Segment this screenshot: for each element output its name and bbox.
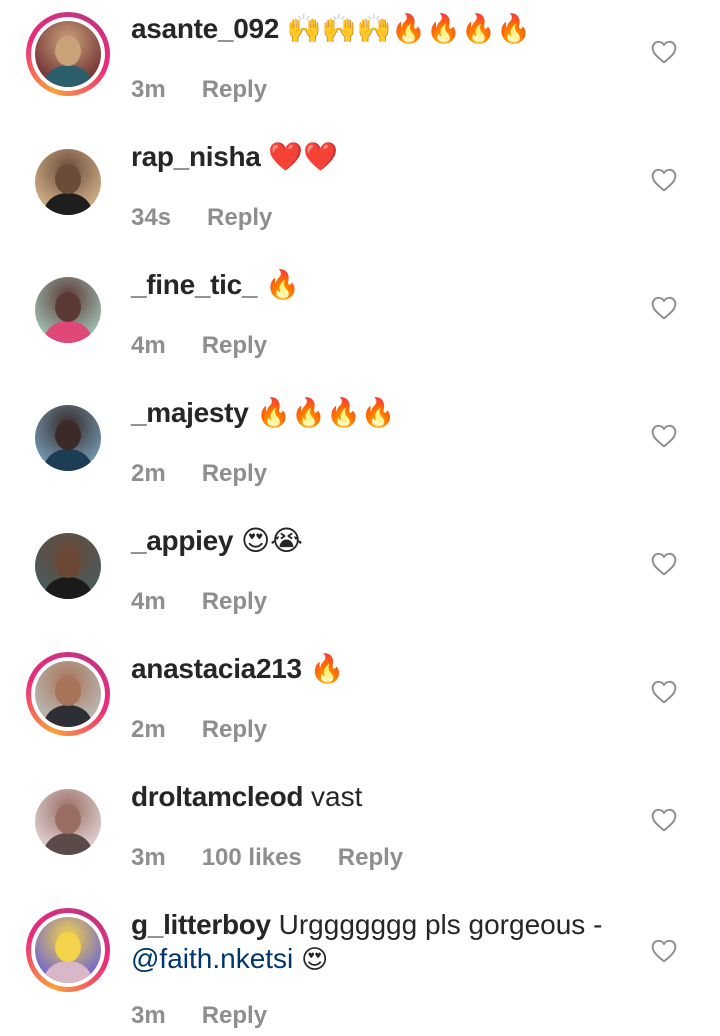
like-heart-icon[interactable] bbox=[651, 168, 677, 192]
avatar-story-ring[interactable] bbox=[26, 908, 110, 992]
comment-username[interactable]: asante_092 bbox=[131, 13, 279, 44]
comment-body: 🙌🙌🙌🔥🔥🔥🔥 bbox=[286, 13, 531, 44]
comment-meta: 2m Reply bbox=[131, 460, 303, 488]
comment-timestamp: 34s bbox=[131, 204, 172, 231]
like-heart-icon[interactable] bbox=[651, 296, 677, 320]
comment-username[interactable]: _fine_tic_ bbox=[131, 269, 257, 300]
comment-timestamp: 2m bbox=[131, 716, 166, 743]
avatar-image bbox=[35, 789, 101, 855]
avatar[interactable] bbox=[26, 268, 110, 352]
comment-username[interactable]: droltamcleod bbox=[131, 781, 304, 812]
comment-likes-count[interactable]: 100 likes bbox=[202, 844, 302, 872]
comment-meta: 4m Reply bbox=[131, 332, 303, 360]
mention-link[interactable]: @faith.nketsi bbox=[131, 943, 293, 974]
like-heart-icon[interactable] bbox=[651, 939, 677, 963]
comment-timestamp: 4m bbox=[131, 588, 166, 615]
reply-button[interactable]: Reply bbox=[202, 1002, 267, 1030]
avatar-story-ring[interactable] bbox=[26, 12, 110, 96]
comment-body: 🔥🔥🔥🔥 bbox=[256, 397, 396, 428]
comment-body: Urggggggg pls gorgeous - bbox=[278, 909, 603, 940]
comment-meta: 3m Reply bbox=[131, 76, 303, 104]
avatar[interactable] bbox=[26, 780, 110, 864]
avatar[interactable] bbox=[26, 140, 110, 224]
comment-text: asante_092 🙌🙌🙌🔥🔥🔥🔥 bbox=[131, 12, 611, 46]
avatar-story-ring[interactable] bbox=[26, 652, 110, 736]
avatar-image bbox=[35, 661, 101, 727]
comment-meta: 4m Reply bbox=[131, 588, 303, 616]
comment-emoji: 😍 bbox=[301, 945, 329, 975]
reply-button[interactable]: Reply bbox=[202, 716, 267, 744]
comment-timestamp: 4m bbox=[131, 332, 166, 359]
reply-button[interactable]: Reply bbox=[202, 460, 267, 488]
like-heart-icon[interactable] bbox=[651, 680, 677, 704]
comment-username[interactable]: anastacia213 bbox=[131, 653, 302, 684]
avatar[interactable] bbox=[26, 524, 110, 608]
avatar-image bbox=[35, 533, 101, 599]
reply-button[interactable]: Reply bbox=[338, 844, 403, 872]
comment-text: rap_nisha ❤️❤️ bbox=[131, 140, 611, 174]
comment-meta: 3m Reply bbox=[131, 1002, 303, 1030]
comment-text: g_litterboy Urggggggg pls gorgeous - @fai… bbox=[131, 908, 611, 977]
comment-text: anastacia213 🔥 bbox=[131, 652, 611, 686]
comment-meta: 34s Reply bbox=[131, 204, 308, 232]
like-heart-icon[interactable] bbox=[651, 424, 677, 448]
avatar-image bbox=[35, 21, 101, 87]
comment-username[interactable]: g_litterboy bbox=[131, 909, 271, 940]
like-heart-icon[interactable] bbox=[651, 552, 677, 576]
reply-button[interactable]: Reply bbox=[202, 76, 267, 104]
comment-meta: 3m 100 likes Reply bbox=[131, 844, 439, 872]
avatar-image bbox=[35, 917, 101, 983]
reply-button[interactable]: Reply bbox=[202, 332, 267, 360]
comment-meta: 2m Reply bbox=[131, 716, 303, 744]
avatar[interactable] bbox=[26, 396, 110, 480]
comment-timestamp: 3m bbox=[131, 1002, 166, 1029]
comment-body: ❤️❤️ bbox=[268, 141, 339, 172]
avatar-image bbox=[35, 405, 101, 471]
comment-body: vast bbox=[311, 781, 363, 812]
comment-text: _majesty 🔥🔥🔥🔥 bbox=[131, 396, 611, 430]
comment-username[interactable]: rap_nisha bbox=[131, 141, 261, 172]
comment-text: _fine_tic_ 🔥 bbox=[131, 268, 611, 302]
comment-body: 🔥 bbox=[264, 269, 300, 300]
like-heart-icon[interactable] bbox=[651, 40, 677, 64]
comment-timestamp: 3m bbox=[131, 844, 166, 871]
comment-username[interactable]: _appiey bbox=[131, 525, 233, 556]
comment-timestamp: 2m bbox=[131, 460, 166, 487]
reply-button[interactable]: Reply bbox=[207, 204, 272, 232]
comment-timestamp: 3m bbox=[131, 76, 166, 103]
comment-text: droltamcleod vast bbox=[131, 780, 611, 814]
reply-button[interactable]: Reply bbox=[202, 588, 267, 616]
like-heart-icon[interactable] bbox=[651, 808, 677, 832]
comment-body: 🔥 bbox=[309, 653, 345, 684]
comment-username[interactable]: _majesty bbox=[131, 397, 249, 428]
avatar-image bbox=[35, 149, 101, 215]
comment-body: 😍😭 bbox=[240, 525, 303, 556]
avatar-image bbox=[35, 277, 101, 343]
comment-text: _appiey 😍😭 bbox=[131, 524, 611, 558]
